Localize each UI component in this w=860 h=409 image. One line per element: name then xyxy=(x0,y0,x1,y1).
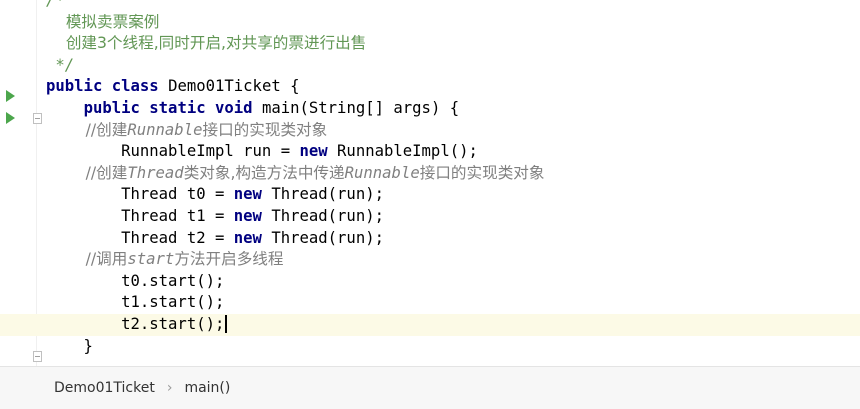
code-token: Demo01Ticket { xyxy=(168,77,300,96)
code-line[interactable]: //调用start方法开启多线程 xyxy=(46,249,860,271)
code-token: Thread xyxy=(127,163,184,182)
code-line[interactable]: //创建Runnable接口的实现类对象 xyxy=(46,120,860,142)
code-token: 创建3个线程,同时开启,对共享的票进行出售 xyxy=(46,34,367,53)
code-line[interactable]: */ xyxy=(46,55,860,77)
run-main-icon[interactable] xyxy=(6,112,15,124)
code-token: main(String[] args) { xyxy=(261,98,460,117)
code-line[interactable]: 创建3个线程,同时开启,对共享的票进行出售 xyxy=(46,33,860,55)
code-token: Thread(run); xyxy=(271,228,384,247)
code-line[interactable]: t0.start(); xyxy=(46,271,860,293)
code-token: */ xyxy=(46,55,75,74)
code-token: Runnable xyxy=(127,120,203,139)
code-editor[interactable]: /* 模拟卖票案例 创建3个线程,同时开启,对共享的票进行出售 */ public… xyxy=(0,0,860,366)
run-class-icon[interactable] xyxy=(6,90,15,102)
code-token: public xyxy=(46,77,112,96)
code-token: 方法开启多线程 xyxy=(174,250,284,269)
code-token: Thread t0 = xyxy=(46,185,234,204)
fold-column xyxy=(26,0,48,366)
code-token: start xyxy=(127,250,175,269)
text-caret xyxy=(225,315,227,334)
code-token: Runnable xyxy=(344,163,420,182)
code-token: t1.start(); xyxy=(46,293,225,312)
breadcrumb: Demo01Ticket › main() xyxy=(0,366,860,409)
code-line[interactable]: public class Demo01Ticket { xyxy=(46,76,860,98)
code-line[interactable]: Thread t1 = new Thread(run); xyxy=(46,206,860,228)
code-token: Thread(run); xyxy=(271,185,384,204)
code-token: //创建 xyxy=(46,163,128,182)
code-line-current[interactable]: t2.start(); xyxy=(0,313,860,336)
code-token: 接口的实现类对象 xyxy=(202,120,328,139)
code-token: void xyxy=(215,98,262,117)
fold-method-icon[interactable] xyxy=(33,113,42,124)
code-token: class xyxy=(111,77,169,96)
code-line[interactable]: 模拟卖票案例 xyxy=(46,12,860,34)
code-line[interactable]: //创建Thread类对象,构造方法中传递Runnable接口的实现类对象 xyxy=(46,163,860,185)
code-line[interactable]: RunnableImpl run = new RunnableImpl(); xyxy=(46,141,860,163)
code-area[interactable]: /* 模拟卖票案例 创建3个线程,同时开启,对共享的票进行出售 */ public… xyxy=(0,0,860,358)
breadcrumb-item-method[interactable]: main() xyxy=(180,378,234,398)
code-line[interactable]: public static void main(String[] args) { xyxy=(46,98,860,120)
code-token: /* xyxy=(46,0,65,9)
code-token: 类对象,构造方法中传递 xyxy=(183,163,345,182)
code-token: RunnableImpl(); xyxy=(337,142,478,161)
code-token: Thread t1 = xyxy=(46,206,234,225)
code-token: t2.start(); xyxy=(46,314,225,333)
code-token: //调用 xyxy=(46,250,128,269)
code-line[interactable]: /* xyxy=(46,0,860,12)
code-token: RunnableImpl run = xyxy=(46,142,300,161)
fold-end-icon[interactable] xyxy=(33,351,42,362)
chevron-right-icon: › xyxy=(166,380,173,396)
code-token: new xyxy=(233,206,272,225)
code-token: Thread(run); xyxy=(271,206,384,225)
editor-gutter[interactable] xyxy=(0,0,26,366)
code-token: Thread t2 = xyxy=(46,228,234,247)
code-token: new xyxy=(233,228,272,247)
code-token: //创建 xyxy=(46,120,128,139)
gutter-separator xyxy=(36,0,37,366)
code-line[interactable]: t1.start(); xyxy=(46,292,860,314)
code-token: public xyxy=(83,98,150,117)
code-token: 模拟卖票案例 xyxy=(46,12,160,31)
code-line[interactable]: Thread t2 = new Thread(run); xyxy=(46,228,860,250)
code-token: static xyxy=(149,98,215,117)
code-token: t0.start(); xyxy=(46,271,225,290)
code-token: new xyxy=(299,142,338,161)
code-token: 接口的实现类对象 xyxy=(419,163,545,182)
code-line[interactable]: Thread t0 = new Thread(run); xyxy=(46,184,860,206)
code-token: } xyxy=(46,336,93,355)
breadcrumb-item-class[interactable]: Demo01Ticket xyxy=(50,378,159,398)
code-line[interactable]: } xyxy=(46,336,860,358)
code-token: new xyxy=(233,185,272,204)
